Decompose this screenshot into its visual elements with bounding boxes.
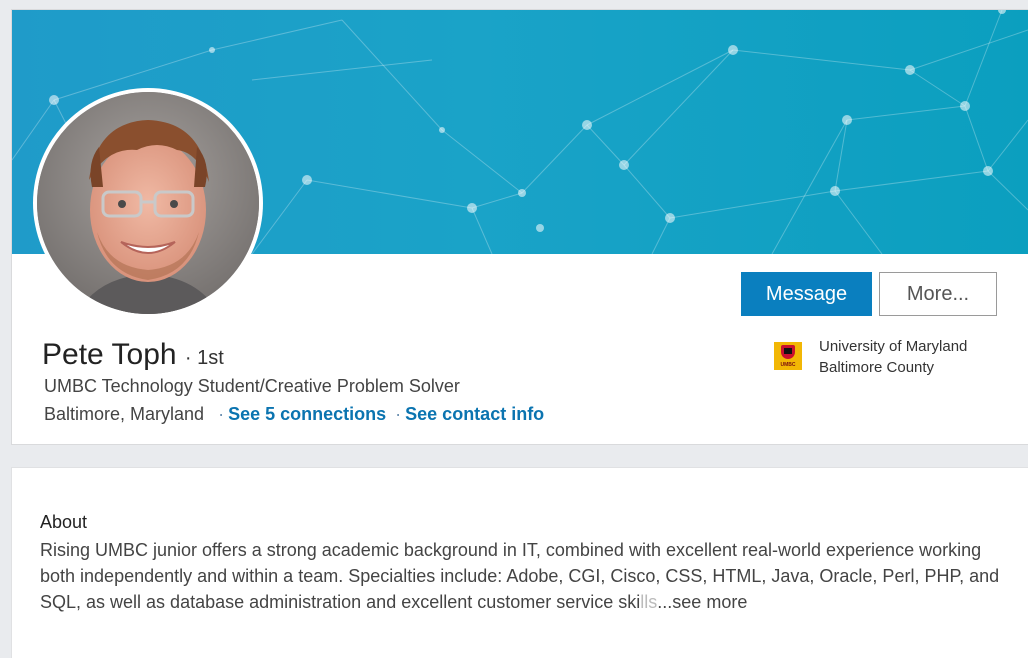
about-text: Rising UMBC junior offers a strong acade… — [40, 537, 1005, 615]
see-connections-link[interactable]: See 5 connections — [228, 404, 386, 424]
profile-photo — [37, 92, 259, 314]
more-button[interactable]: More... — [879, 272, 997, 316]
profile-headline: UMBC Technology Student/Creative Problem… — [44, 376, 460, 396]
profile-name: Pete Toph — [42, 338, 177, 371]
about-section: About Rising UMBC junior offers a strong… — [12, 468, 1028, 658]
avatar[interactable] — [37, 92, 259, 314]
about-fade-text: lls — [640, 592, 658, 612]
school-logo: UMBC — [774, 342, 802, 370]
profile-name-row: Pete Toph · 1st — [42, 338, 224, 372]
separator-dot: · — [213, 404, 225, 424]
profile-location: Baltimore, Maryland — [44, 404, 205, 424]
about-title: About — [40, 512, 88, 532]
about-body: Rising UMBC junior offers a strong acade… — [40, 540, 1000, 612]
separator-dot: · — [395, 404, 402, 424]
shield-icon — [781, 345, 795, 359]
school-logo-text: UMBC — [780, 362, 796, 368]
school-name-line1: University of Maryland — [819, 338, 968, 355]
connection-degree-value: 1st — [197, 347, 224, 369]
see-contact-info-link[interactable]: See contact info — [405, 404, 544, 424]
school-name: University of Maryland Baltimore County — [819, 336, 979, 378]
education-school-link[interactable]: UMBC University of Maryland Baltimore Co… — [774, 336, 1014, 384]
location-row: Baltimore, Maryland · See 5 connections ·… — [44, 404, 544, 425]
school-name-line2: Baltimore County — [819, 359, 935, 376]
connection-degree: · 1st — [184, 347, 224, 369]
see-more-link[interactable]: ...see more — [657, 592, 747, 612]
message-button[interactable]: Message — [741, 272, 872, 316]
